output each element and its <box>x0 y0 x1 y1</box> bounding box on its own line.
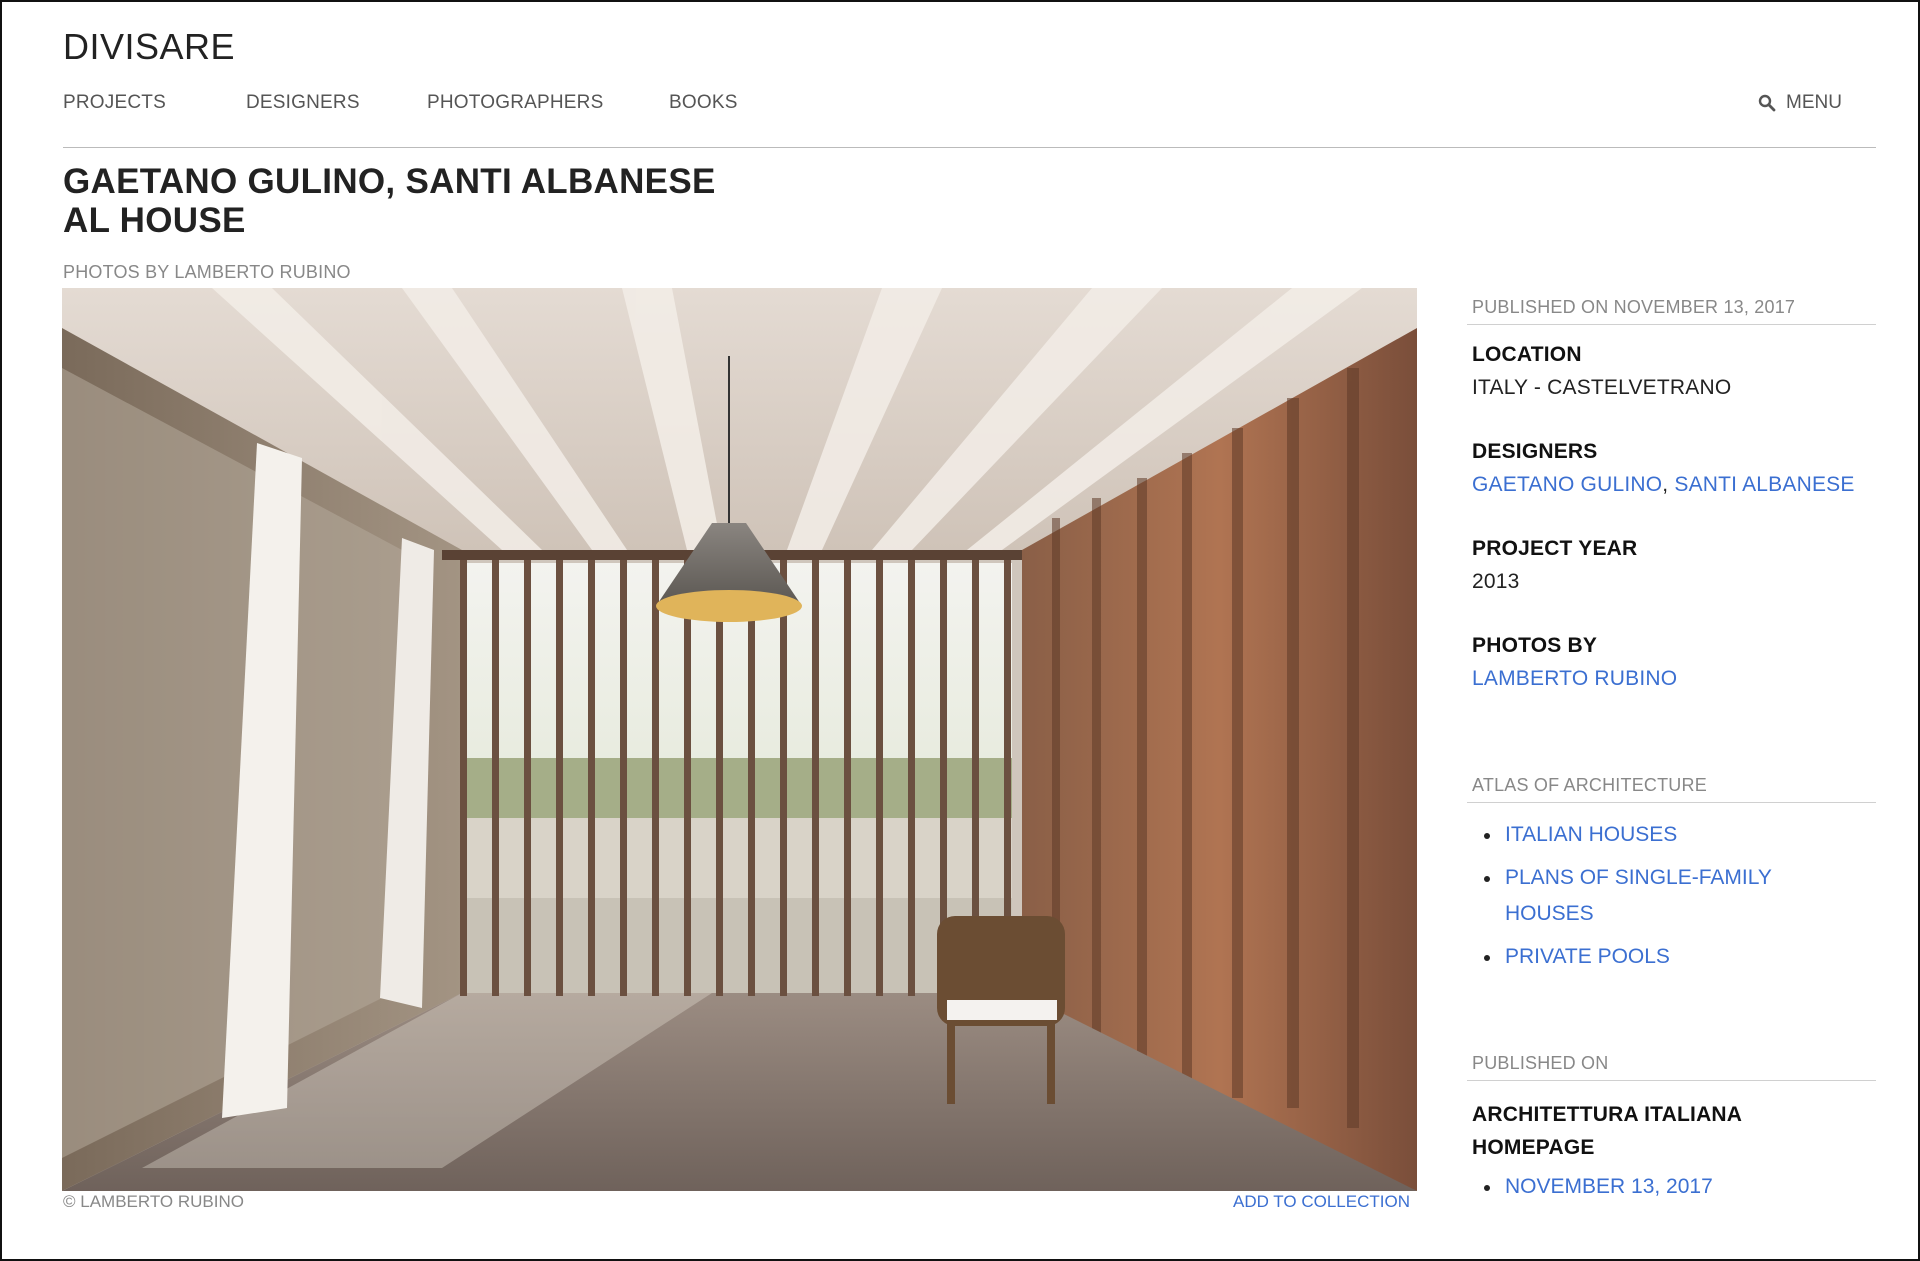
title-project: AL HOUSE <box>63 201 246 240</box>
photos-by-sidebar-label: PHOTOS BY <box>1472 634 1598 657</box>
publication-name-line: ARCHITETTURA ITALIANA <box>1472 1103 1743 1126</box>
photos-by-label: PHOTOS BY LAMBERTO RUBINO <box>63 262 351 282</box>
project-photo-illustration <box>62 288 1417 1191</box>
published-date-heading: PUBLISHED ON NOVEMBER 13, 2017 <box>1472 297 1796 317</box>
publication-name: ARCHITETTURA ITALIANA HOMEPAGE <box>1472 1098 1742 1164</box>
nav-projects[interactable]: PROJECTS <box>63 92 166 114</box>
publication-name-line: HOMEPAGE <box>1472 1136 1595 1159</box>
menu-button[interactable]: MENU <box>1758 92 1842 114</box>
project-year-label: PROJECT YEAR <box>1472 537 1638 560</box>
published-on-heading: PUBLISHED ON <box>1472 1053 1609 1073</box>
project-year-value: 2013 <box>1472 570 1520 593</box>
site-logo[interactable]: DIVISARE <box>63 26 235 68</box>
nav-books[interactable]: BOOKS <box>669 92 738 114</box>
photographer-value: LAMBERTO RUBINO <box>1472 667 1677 691</box>
atlas-list: ITALIAN HOUSES PLANS OF SINGLE-FAMILY HO… <box>1472 817 1792 975</box>
sidebar-divider <box>1467 324 1876 325</box>
atlas-item[interactable]: PRIVATE POOLS <box>1472 939 1792 975</box>
designers-separator: , <box>1662 473 1675 496</box>
atlas-item[interactable]: PLANS OF SINGLE-FAMILY HOUSES <box>1472 860 1792 932</box>
atlas-item[interactable]: ITALIAN HOUSES <box>1472 817 1792 853</box>
page-title: GAETANO GULINO, SANTI ALBANESE AL HOUSE <box>63 162 716 240</box>
search-icon[interactable] <box>1758 94 1776 112</box>
nav-designers[interactable]: DESIGNERS <box>246 92 360 114</box>
add-to-collection-link[interactable]: ADD TO COLLECTION <box>1233 1192 1410 1212</box>
atlas-heading: ATLAS OF ARCHITECTURE <box>1472 775 1707 795</box>
publication-dates-list: NOVEMBER 13, 2017 <box>1472 1169 1792 1205</box>
designers-list: GAETANO GULINO, SANTI ALBANESE <box>1472 473 1855 497</box>
location-value: ITALY - CASTELVETRANO <box>1472 376 1732 399</box>
menu-label[interactable]: MENU <box>1786 92 1842 114</box>
project-photo[interactable] <box>62 288 1417 1191</box>
designer-link[interactable]: GAETANO GULINO <box>1472 473 1662 496</box>
photographer-link[interactable]: LAMBERTO RUBINO <box>1472 667 1677 690</box>
sidebar-divider <box>1467 1080 1876 1081</box>
nav-photographers[interactable]: PHOTOGRAPHERS <box>427 92 603 114</box>
designer-link[interactable]: SANTI ALBANESE <box>1674 473 1854 496</box>
title-designers: GAETANO GULINO, SANTI ALBANESE <box>63 162 716 201</box>
location-label: LOCATION <box>1472 343 1582 366</box>
designers-label: DESIGNERS <box>1472 440 1598 463</box>
publication-date-link[interactable]: NOVEMBER 13, 2017 <box>1472 1169 1792 1205</box>
header-divider <box>63 147 1876 148</box>
sidebar-divider <box>1467 802 1876 803</box>
photo-credit: © LAMBERTO RUBINO <box>63 1192 244 1211</box>
